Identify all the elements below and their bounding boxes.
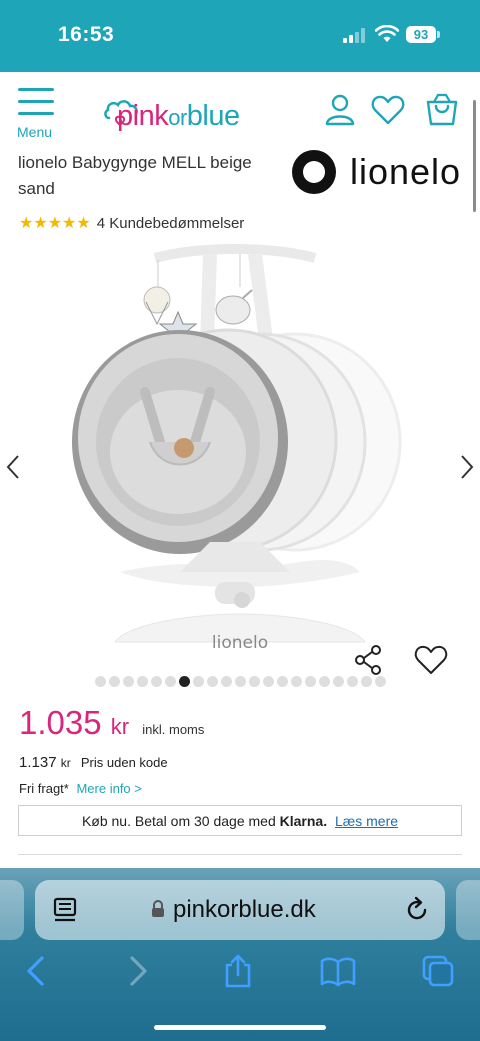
shipping-info: Fri fragt* Mere info > bbox=[19, 781, 142, 796]
previous-tab-preview[interactable] bbox=[0, 880, 24, 940]
product-rating[interactable]: ★★★★★ 4 Kundebedømmelser bbox=[19, 213, 244, 233]
chevron-left-icon[interactable] bbox=[4, 452, 24, 482]
old-price-block: 1.137 kr Pris uden kode bbox=[19, 754, 168, 771]
product-title: lionelo Babygynge MELL beige sand bbox=[18, 153, 252, 198]
old-price-label: Pris uden kode bbox=[80, 755, 168, 770]
bag-icon[interactable] bbox=[424, 92, 460, 128]
hamburger-icon bbox=[18, 88, 54, 91]
chevron-right-icon[interactable] bbox=[456, 452, 476, 482]
gallery-dot[interactable] bbox=[374, 676, 386, 687]
price-currency: kr bbox=[110, 714, 130, 739]
product-image: lionelo bbox=[72, 244, 402, 653]
status-bar: 16:53 93 bbox=[0, 0, 480, 72]
gallery-dot[interactable] bbox=[332, 676, 344, 687]
reader-mode-icon[interactable] bbox=[51, 896, 79, 924]
share-sheet-icon[interactable] bbox=[220, 953, 256, 989]
gallery-dot[interactable] bbox=[304, 676, 316, 687]
favorite-heart-icon[interactable] bbox=[413, 644, 449, 676]
gallery-dot[interactable] bbox=[94, 676, 106, 687]
url-text[interactable]: pinkorblue.dk bbox=[173, 896, 316, 924]
klarna-brand: Klarna. bbox=[279, 813, 328, 829]
gallery-dot[interactable] bbox=[220, 676, 232, 687]
vat-note: inkl. moms bbox=[142, 722, 205, 737]
forward-icon[interactable] bbox=[120, 953, 156, 989]
gallery-dot[interactable] bbox=[276, 676, 288, 687]
gallery-dot[interactable] bbox=[136, 676, 148, 687]
logo-part-or: or bbox=[168, 105, 187, 130]
hamburger-bar bbox=[18, 112, 54, 115]
site-logo[interactable]: pinkorblue bbox=[103, 96, 283, 136]
section-divider bbox=[18, 854, 462, 855]
gallery-dot[interactable] bbox=[290, 676, 302, 687]
brand-wordmark: lionelo bbox=[350, 151, 462, 192]
brand-logo[interactable]: lionelo bbox=[292, 150, 464, 194]
menu-label: Menu bbox=[17, 124, 53, 140]
price-block: 1.035 kr inkl. moms bbox=[19, 704, 204, 742]
gallery-dot[interactable] bbox=[262, 676, 274, 687]
status-time: 16:53 bbox=[58, 23, 115, 46]
klarna-text: Køb nu. Betal om 30 dage med bbox=[81, 813, 276, 829]
brand-circle-mark bbox=[292, 150, 336, 194]
site-header: Menu pinkorblue bbox=[0, 72, 480, 148]
tabs-icon[interactable] bbox=[420, 953, 456, 989]
lock-icon bbox=[152, 900, 164, 917]
shipping-more-info-link[interactable]: Mere info > bbox=[76, 781, 141, 796]
gallery-dot[interactable] bbox=[192, 676, 204, 687]
rating-count[interactable]: 4 Kundebedømmelser bbox=[97, 215, 245, 232]
wifi-icon bbox=[375, 25, 399, 42]
shipping-text: Fri fragt* bbox=[19, 781, 69, 796]
logo-part-blue: blue bbox=[186, 100, 240, 132]
gallery-dot[interactable] bbox=[108, 676, 120, 687]
battery-tip bbox=[437, 31, 440, 38]
reload-icon[interactable] bbox=[403, 896, 431, 924]
gallery-dot[interactable] bbox=[122, 676, 134, 687]
share-icon[interactable] bbox=[354, 644, 384, 676]
browser-toolbar: pinkorblue.dk bbox=[0, 868, 480, 1041]
bookmarks-icon[interactable] bbox=[320, 953, 356, 989]
back-icon[interactable] bbox=[18, 953, 54, 989]
gallery-dot[interactable] bbox=[150, 676, 162, 687]
cellular-signal-icon bbox=[343, 28, 367, 43]
gallery-dot[interactable] bbox=[234, 676, 246, 687]
product-gallery[interactable]: lionelo bbox=[0, 242, 480, 692]
gallery-pagination bbox=[0, 676, 480, 687]
gallery-dot[interactable] bbox=[346, 676, 358, 687]
old-price-amount: 1.137 bbox=[19, 754, 57, 771]
account-icon[interactable] bbox=[322, 92, 358, 128]
battery-indicator: 93 bbox=[406, 26, 436, 43]
gallery-dot[interactable] bbox=[164, 676, 176, 687]
heart-icon[interactable] bbox=[370, 92, 406, 128]
klarna-read-more-link[interactable]: Læs mere bbox=[335, 813, 398, 829]
hamburger-bar bbox=[18, 100, 54, 103]
logo-wordmark: pinkorblue bbox=[117, 100, 240, 133]
menu-button[interactable]: Menu bbox=[16, 88, 58, 144]
gallery-dot[interactable] bbox=[178, 676, 190, 687]
base-brand-text: lionelo bbox=[212, 633, 268, 653]
gallery-dot[interactable] bbox=[360, 676, 372, 687]
rating-stars: ★★★★★ bbox=[19, 215, 91, 232]
next-tab-preview[interactable] bbox=[456, 880, 480, 940]
klarna-banner: Køb nu. Betal om 30 dage med Klarna. Læs… bbox=[18, 805, 462, 836]
home-indicator[interactable] bbox=[154, 1025, 326, 1030]
price-amount: 1.035 bbox=[19, 704, 102, 741]
page-scrollbar[interactable] bbox=[473, 100, 476, 212]
gallery-dot[interactable] bbox=[248, 676, 260, 687]
gallery-dot[interactable] bbox=[318, 676, 330, 687]
old-price-currency: kr bbox=[60, 756, 71, 770]
address-bar[interactable]: pinkorblue.dk bbox=[35, 880, 445, 940]
logo-part-pink: pink bbox=[117, 100, 169, 132]
gallery-dot[interactable] bbox=[206, 676, 218, 687]
